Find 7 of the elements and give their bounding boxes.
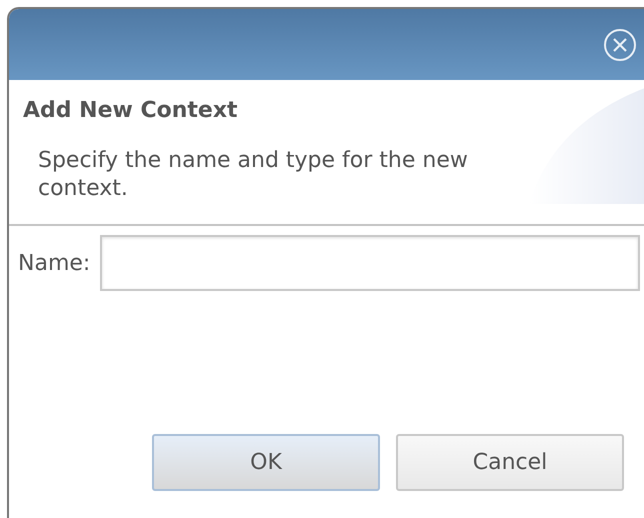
name-field[interactable] — [100, 235, 640, 291]
dialog-description: Specify the name and type for the new context. — [38, 147, 469, 203]
field-label: Name: — [18, 250, 90, 276]
ok-button[interactable]: OK — [152, 434, 380, 491]
cancel-button[interactable]: Cancel — [396, 434, 624, 491]
dialog-heading: Add New Context — [23, 98, 239, 123]
close-icon[interactable] — [603, 28, 637, 62]
